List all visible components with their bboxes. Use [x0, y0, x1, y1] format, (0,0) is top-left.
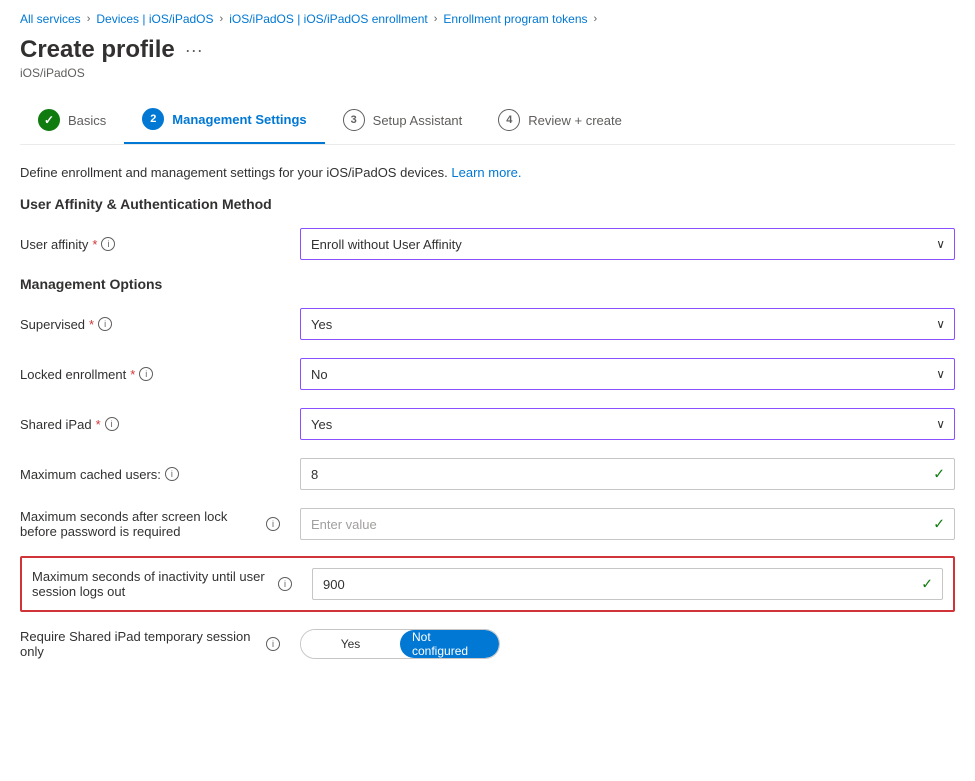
max-cached-users-control: ✓	[300, 458, 955, 490]
check-icon: ✓	[44, 113, 54, 127]
locked-enrollment-row: Locked enrollment * i No Yes ∨	[20, 356, 955, 392]
step-circle-management: 2	[142, 108, 164, 130]
max-seconds-screen-lock-info-icon[interactable]: i	[266, 517, 280, 531]
breadcrumb-all-services[interactable]: All services	[20, 12, 81, 26]
shared-ipad-required: *	[96, 417, 101, 432]
user-affinity-control: Enroll without User Affinity Enroll with…	[300, 228, 955, 260]
locked-enrollment-control: No Yes ∨	[300, 358, 955, 390]
step-label-review: Review + create	[528, 113, 622, 128]
supervised-row: Supervised * i Yes No ∨	[20, 306, 955, 342]
check-icon: ✓	[933, 466, 945, 483]
supervised-required: *	[89, 317, 94, 332]
step-circle-review: 4	[498, 109, 520, 131]
check-icon: ✓	[921, 576, 933, 593]
max-cached-users-info-icon[interactable]: i	[165, 467, 179, 481]
shared-ipad-control: Yes No ∨	[300, 408, 955, 440]
locked-enrollment-label: Locked enrollment * i	[20, 367, 280, 382]
supervised-control: Yes No ∨	[300, 308, 955, 340]
breadcrumb-enrollment[interactable]: iOS/iPadOS | iOS/iPadOS enrollment	[229, 12, 428, 26]
page-header: Create profile ···	[20, 36, 955, 64]
wizard-steps: ✓ Basics 2 Management Settings 3 Setup A…	[20, 98, 955, 145]
management-options-heading: Management Options	[20, 276, 955, 292]
max-inactivity-input-wrapper: ✓	[312, 568, 943, 600]
supervised-info-icon[interactable]: i	[98, 317, 112, 331]
step-circle-basics: ✓	[38, 109, 60, 131]
shared-ipad-info-icon[interactable]: i	[105, 417, 119, 431]
user-affinity-dropdown-wrapper: Enroll without User Affinity Enroll with…	[300, 228, 955, 260]
breadcrumb-devices-ios[interactable]: Devices | iOS/iPadOS	[96, 12, 213, 26]
temporary-session-label: Require Shared iPad temporary session on…	[20, 629, 280, 659]
max-seconds-screen-lock-label: Maximum seconds after screen lock before…	[20, 509, 280, 539]
user-affinity-label: User affinity * i	[20, 237, 280, 252]
temporary-session-info-icon[interactable]: i	[266, 637, 280, 651]
shared-ipad-dropdown[interactable]: Yes No	[300, 408, 955, 440]
supervised-dropdown-wrapper: Yes No ∨	[300, 308, 955, 340]
max-inactivity-control: ✓	[312, 568, 943, 600]
user-affinity-heading: User Affinity & Authentication Method	[20, 196, 955, 212]
user-affinity-required: *	[92, 237, 97, 252]
temporary-session-toggle: Yes Not configured	[300, 629, 500, 659]
toggle-not-configured-option[interactable]: Not configured	[400, 630, 499, 658]
toggle-yes-option[interactable]: Yes	[301, 630, 400, 658]
wizard-step-management[interactable]: 2 Management Settings	[124, 98, 324, 144]
temporary-session-row: Require Shared iPad temporary session on…	[20, 626, 955, 662]
check-icon: ✓	[933, 516, 945, 533]
temporary-session-control: Yes Not configured	[300, 629, 955, 659]
breadcrumb-sep-3: ›	[434, 13, 438, 25]
max-seconds-screen-lock-input[interactable]	[300, 508, 955, 540]
locked-enrollment-info-icon[interactable]: i	[139, 367, 153, 381]
shared-ipad-label: Shared iPad * i	[20, 417, 280, 432]
max-inactivity-label: Maximum seconds of inactivity until user…	[32, 569, 292, 599]
max-inactivity-input[interactable]	[312, 568, 943, 600]
step-label-setup: Setup Assistant	[373, 113, 463, 128]
ellipsis-menu-icon[interactable]: ···	[185, 40, 203, 61]
max-seconds-screen-lock-control: ✓	[300, 508, 955, 540]
step-label-management: Management Settings	[172, 112, 306, 127]
max-inactivity-row: Maximum seconds of inactivity until user…	[32, 566, 943, 602]
max-cached-users-label: Maximum cached users: i	[20, 467, 280, 482]
user-affinity-dropdown[interactable]: Enroll without User Affinity Enroll with…	[300, 228, 955, 260]
page-title: Create profile	[20, 36, 175, 64]
max-inactivity-info-icon[interactable]: i	[278, 577, 292, 591]
supervised-dropdown[interactable]: Yes No	[300, 308, 955, 340]
max-seconds-screen-lock-row: Maximum seconds after screen lock before…	[20, 506, 955, 542]
locked-enrollment-dropdown-wrapper: No Yes ∨	[300, 358, 955, 390]
locked-enrollment-required: *	[130, 367, 135, 382]
max-cached-users-input-wrapper: ✓	[300, 458, 955, 490]
shared-ipad-dropdown-wrapper: Yes No ∨	[300, 408, 955, 440]
breadcrumb-tokens[interactable]: Enrollment program tokens	[443, 12, 587, 26]
step-circle-setup: 3	[343, 109, 365, 131]
wizard-step-setup[interactable]: 3 Setup Assistant	[325, 99, 481, 143]
locked-enrollment-dropdown[interactable]: No Yes	[300, 358, 955, 390]
user-affinity-info-icon[interactable]: i	[101, 237, 115, 251]
breadcrumb-sep-1: ›	[87, 13, 91, 25]
page-subtitle: iOS/iPadOS	[20, 66, 955, 80]
step-label-basics: Basics	[68, 113, 106, 128]
shared-ipad-row: Shared iPad * i Yes No ∨	[20, 406, 955, 442]
max-inactivity-highlighted-row: Maximum seconds of inactivity until user…	[20, 556, 955, 612]
step-number-review: 4	[506, 114, 512, 126]
breadcrumb: All services › Devices | iOS/iPadOS › iO…	[20, 0, 955, 36]
breadcrumb-sep-2: ›	[220, 13, 224, 25]
step-number-setup: 3	[351, 114, 357, 126]
wizard-step-basics[interactable]: ✓ Basics	[20, 99, 124, 143]
breadcrumb-sep-4: ›	[594, 13, 598, 25]
max-cached-users-input[interactable]	[300, 458, 955, 490]
max-cached-users-row: Maximum cached users: i ✓	[20, 456, 955, 492]
user-affinity-row: User affinity * i Enroll without User Af…	[20, 226, 955, 262]
supervised-label: Supervised * i	[20, 317, 280, 332]
learn-more-link[interactable]: Learn more.	[451, 165, 521, 180]
step-number-management: 2	[150, 113, 156, 125]
section-description: Define enrollment and management setting…	[20, 165, 955, 180]
wizard-step-review[interactable]: 4 Review + create	[480, 99, 640, 143]
max-seconds-screen-lock-input-wrapper: ✓	[300, 508, 955, 540]
